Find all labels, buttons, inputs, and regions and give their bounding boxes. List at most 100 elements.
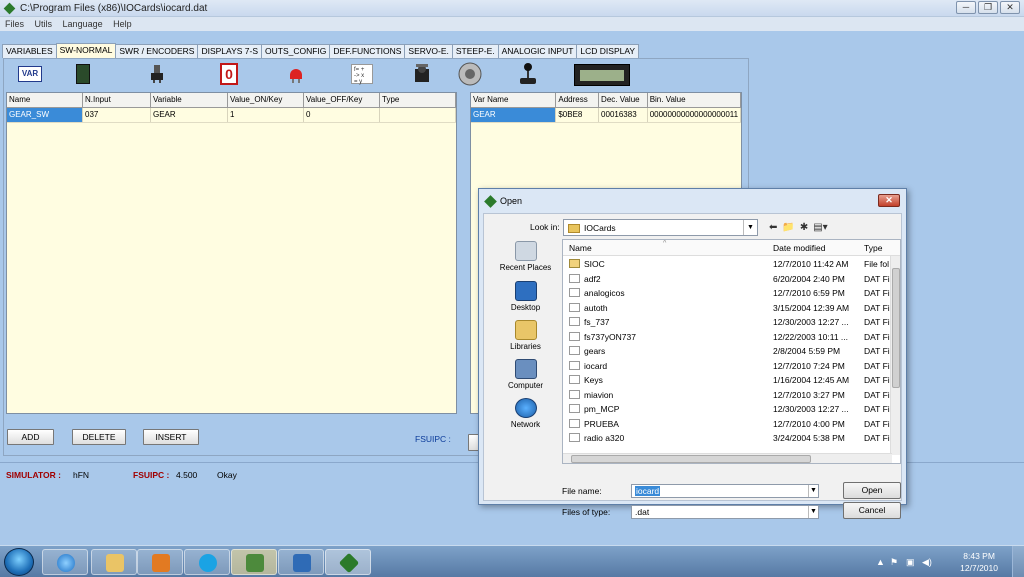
view-menu-icon[interactable]: ▤▾ [813, 222, 827, 233]
file-row[interactable]: adf2 6/20/2004 2:40 PM DAT Fi [563, 272, 893, 286]
maximize-button[interactable]: ❐ [978, 1, 998, 14]
volume-icon[interactable]: ◀) [922, 557, 932, 568]
cancel-button[interactable]: Cancel [843, 502, 901, 519]
stepper-icon[interactable] [458, 62, 482, 86]
table-row[interactable]: GEAR_SW 037 GEAR 1 0 [7, 108, 456, 123]
file-row[interactable]: fs737yON737 12/22/2003 10:11 ... DAT Fi [563, 330, 893, 344]
flag-icon[interactable]: ⚑ [890, 557, 898, 568]
tab-steep[interactable]: STEEP-E. [451, 44, 499, 58]
delete-button[interactable]: DELETE [72, 429, 126, 445]
col-var-name[interactable]: Var Name [471, 93, 557, 107]
col-address[interactable]: Address [556, 93, 600, 107]
start-button[interactable] [4, 548, 34, 576]
cell-var-name[interactable]: GEAR [471, 108, 557, 122]
place-network[interactable]: Network [488, 398, 563, 429]
cell-address[interactable]: $0BE8 [556, 108, 600, 122]
menu-files[interactable]: Files [5, 17, 24, 31]
minimize-button[interactable]: ─ [956, 1, 976, 14]
col-type[interactable]: Type [380, 93, 456, 107]
open-button[interactable]: Open [843, 482, 901, 499]
cell-name[interactable]: GEAR_SW [7, 108, 83, 122]
file-row[interactable]: pm_MCP 12/30/2003 12:27 ... DAT Fi [563, 402, 893, 416]
up-folder-icon[interactable]: 📁 [782, 222, 794, 233]
file-row[interactable]: SIOC 12/7/2010 11:42 AM File fol [563, 257, 893, 271]
place-recent[interactable]: Recent Places [488, 241, 563, 272]
file-row[interactable]: radio a320 3/24/2004 5:38 PM DAT Fi [563, 431, 893, 445]
vertical-scrollbar[interactable] [890, 256, 900, 455]
cell-dec-value[interactable]: 00016383 [599, 108, 648, 122]
tab-def-functions[interactable]: DEF.FUNCTIONS [329, 44, 406, 58]
file-row[interactable]: Keys 1/16/2004 12:45 AM DAT Fi [563, 373, 893, 387]
encoder-icon[interactable] [150, 65, 164, 83]
tab-servo[interactable]: SERVO-E. [404, 44, 453, 58]
show-desktop-button[interactable] [1012, 546, 1024, 577]
new-folder-icon[interactable]: ✱ [800, 222, 808, 233]
cell-variable[interactable]: GEAR [151, 108, 228, 122]
var-icon[interactable]: VAR [18, 66, 42, 82]
chevron-down-icon[interactable]: ▼ [743, 220, 757, 235]
file-name-input[interactable]: iocard ▼ [631, 484, 819, 498]
tray-expand-icon[interactable]: ▲ [876, 557, 885, 567]
seven-segment-icon[interactable]: 0 [220, 63, 238, 85]
place-computer[interactable]: Computer [488, 359, 563, 390]
chevron-down-icon[interactable]: ▼ [808, 506, 818, 518]
file-row[interactable]: miavion 12/7/2010 3:27 PM DAT Fi [563, 388, 893, 402]
file-row[interactable]: fs_737 12/30/2003 12:27 ... DAT Fi [563, 315, 893, 329]
lcd-icon[interactable] [574, 64, 630, 86]
close-button[interactable]: ✕ [1000, 1, 1020, 14]
joystick-icon[interactable] [518, 63, 538, 85]
col-file-name[interactable]: Name [569, 243, 592, 253]
col-value-off[interactable]: Value_OFF/Key [304, 93, 380, 107]
tab-analogic-input[interactable]: ANALOGIC INPUT [497, 44, 578, 58]
network-status-icon[interactable]: ▣ [906, 557, 915, 568]
taskbar-network-app[interactable] [231, 549, 277, 575]
file-type-select[interactable]: .dat ▼ [631, 505, 819, 519]
col-bin-value[interactable]: Bin. Value [648, 93, 741, 107]
add-button[interactable]: ADD [7, 429, 54, 445]
col-value-on[interactable]: Value_ON/Key [228, 93, 304, 107]
servo-icon[interactable] [412, 64, 432, 84]
file-row[interactable]: PRUEBA 12/7/2010 4:00 PM DAT Fi [563, 417, 893, 431]
menu-language[interactable]: Language [63, 17, 103, 31]
clock[interactable]: 8:43 PM 12/7/2010 [960, 550, 998, 574]
functions-icon[interactable]: f= + -> x = y [351, 64, 373, 85]
taskbar-media[interactable] [137, 549, 183, 575]
cell-bin-value[interactable]: 00000000000000000011 [648, 108, 741, 122]
taskbar-flight-sim[interactable] [278, 549, 324, 575]
cell-type[interactable] [380, 108, 456, 122]
look-in-dropdown[interactable]: IOCards ▼ [563, 219, 758, 236]
taskbar-explorer[interactable] [91, 549, 137, 575]
dialog-close-button[interactable]: ✕ [878, 194, 900, 207]
switch-board-icon[interactable] [76, 64, 90, 84]
cell-n-input[interactable]: 037 [83, 108, 151, 122]
file-row[interactable]: autoth 3/15/2004 12:39 AM DAT Fi [563, 301, 893, 315]
table-row[interactable]: GEAR $0BE8 00016383 00000000000000000011 [471, 108, 741, 123]
tab-outs-config[interactable]: OUTS_CONFIG [261, 44, 331, 58]
taskbar-iocards[interactable] [325, 549, 371, 575]
col-file-type[interactable]: Type [864, 243, 882, 253]
file-row[interactable]: analogicos 12/7/2010 6:59 PM DAT Fi [563, 286, 893, 300]
file-row[interactable]: iocard 12/7/2010 7:24 PM DAT Fi [563, 359, 893, 373]
col-dec-value[interactable]: Dec. Value [599, 93, 648, 107]
col-name[interactable]: Name [7, 93, 83, 107]
place-libraries[interactable]: Libraries [488, 320, 563, 351]
horizontal-scrollbar[interactable] [563, 453, 892, 463]
output-led-icon[interactable] [288, 65, 304, 83]
cell-value-on[interactable]: 1 [228, 108, 304, 122]
tab-variables[interactable]: VARIABLES [2, 44, 57, 58]
col-n-input[interactable]: N.Input [83, 93, 151, 107]
insert-button[interactable]: INSERT [143, 429, 199, 445]
menu-utils[interactable]: Utils [35, 17, 53, 31]
cell-value-off[interactable]: 0 [304, 108, 380, 122]
col-variable[interactable]: Variable [151, 93, 228, 107]
col-date-modified[interactable]: Date modified [773, 243, 825, 253]
tab-swr-encoders[interactable]: SWR / ENCODERS [115, 44, 199, 58]
tab-sw-normal[interactable]: SW-NORMAL [55, 43, 117, 58]
chevron-down-icon[interactable]: ▼ [808, 485, 818, 497]
file-row[interactable]: gears 2/8/2004 5:59 PM DAT Fi [563, 344, 893, 358]
tab-displays[interactable]: DISPLAYS 7-S [197, 44, 263, 58]
menu-help[interactable]: Help [113, 17, 132, 31]
back-icon[interactable]: ⬅ [769, 222, 777, 233]
place-desktop[interactable]: Desktop [488, 281, 563, 312]
taskbar-skype[interactable] [184, 549, 230, 575]
